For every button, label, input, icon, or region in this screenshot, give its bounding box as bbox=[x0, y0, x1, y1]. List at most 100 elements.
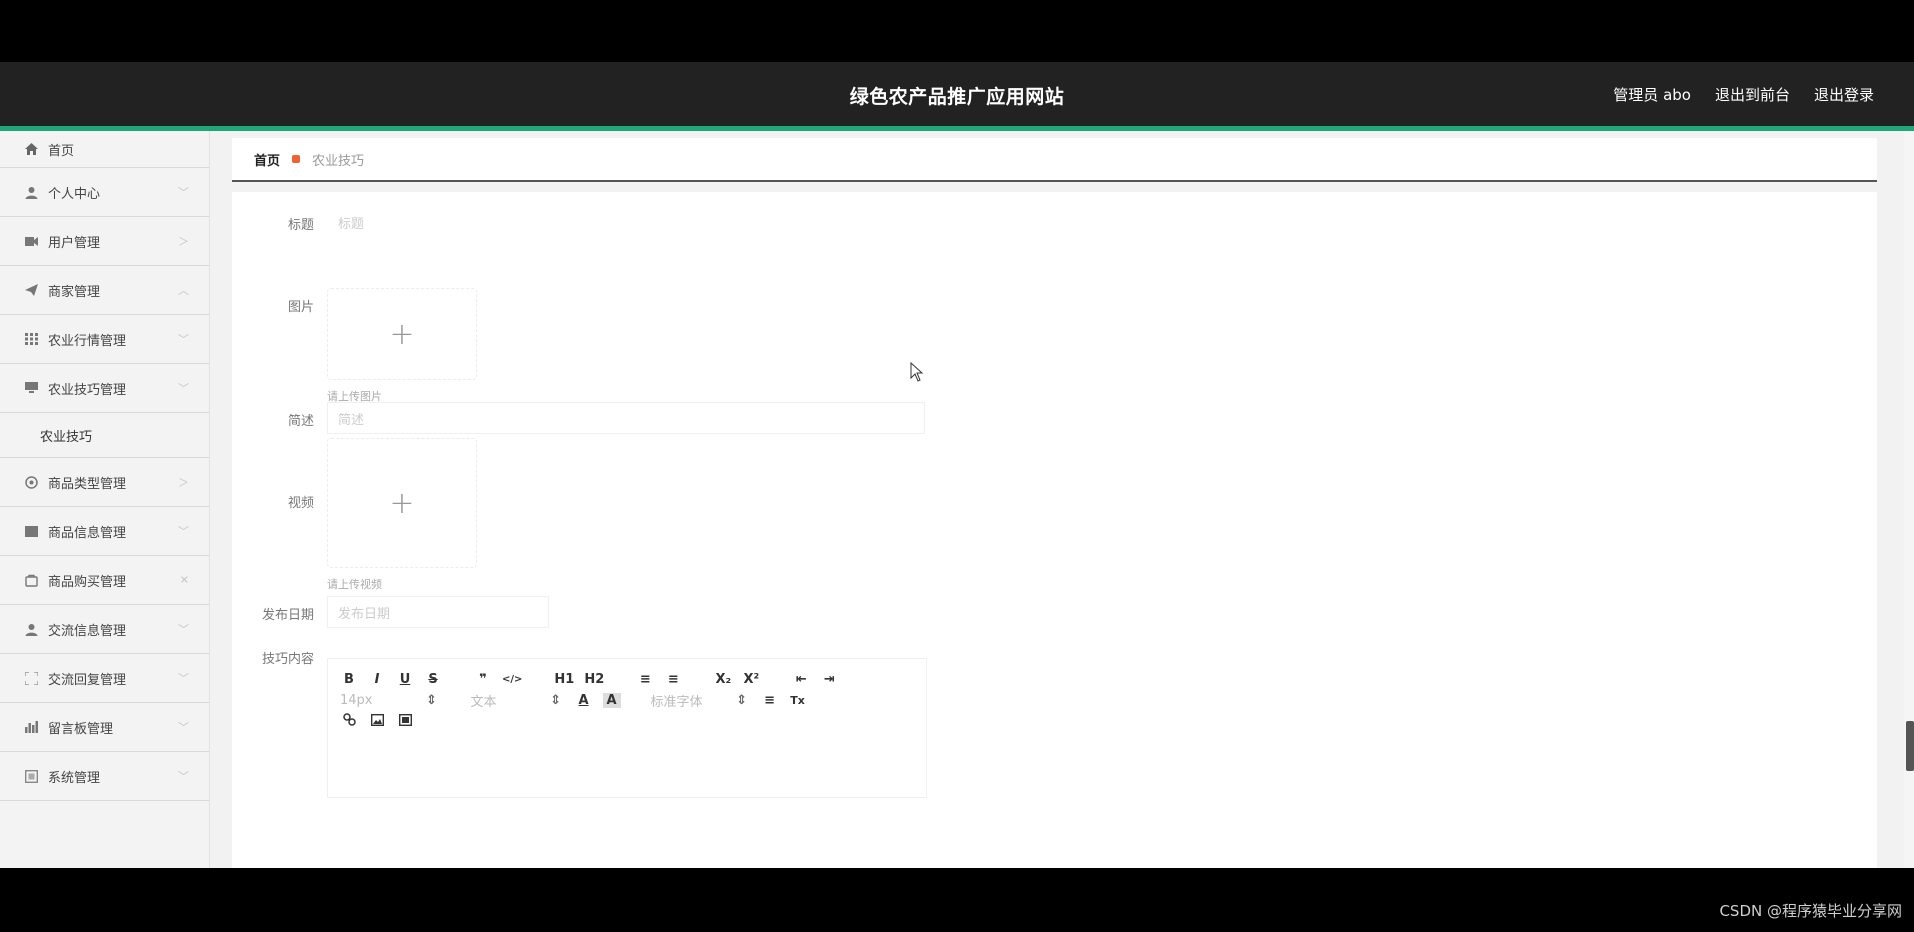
user-icon bbox=[24, 185, 38, 199]
link-icon[interactable] bbox=[340, 713, 358, 730]
clear-format-button[interactable]: Tx bbox=[789, 694, 807, 707]
sidebar-item-product-types[interactable]: 商品类型管理 ＞ bbox=[0, 458, 209, 507]
sidebar-item-merchants[interactable]: 商家管理 ︿ bbox=[0, 266, 209, 315]
font-family-select[interactable]: 标准字体 bbox=[651, 691, 703, 710]
quote-button[interactable]: ❞ bbox=[474, 672, 492, 687]
sidebar-item-label: 农业技巧管理 bbox=[48, 382, 127, 398]
video-upload[interactable]: + bbox=[327, 438, 477, 568]
sidebar-item-home[interactable]: 首页 bbox=[0, 131, 209, 168]
sidebar-item-label: 商家管理 bbox=[48, 284, 101, 300]
logout-link[interactable]: 退出登录 bbox=[1814, 84, 1874, 105]
background-color-button[interactable]: A bbox=[602, 693, 621, 708]
breadcrumb: 首页 农业技巧 bbox=[232, 138, 1877, 182]
text-type-select[interactable]: 文本 bbox=[471, 691, 497, 710]
chevron-up-icon: ︿ bbox=[178, 284, 189, 297]
header-accent-bar bbox=[0, 126, 1914, 131]
font-size-select-arrow-icon: ⇕ bbox=[426, 693, 437, 708]
chevron-down-icon: ﹀ bbox=[178, 525, 189, 538]
exit-to-front-link[interactable]: 退出到前台 bbox=[1715, 84, 1790, 105]
indent-button[interactable]: ⇥ bbox=[820, 672, 838, 687]
sidebar-item-label: 用户管理 bbox=[48, 235, 101, 251]
image-upload[interactable]: + bbox=[327, 288, 477, 380]
admin-user-label: 管理员 abo bbox=[1613, 86, 1691, 104]
cart-icon bbox=[24, 573, 38, 587]
sidebar-item-personal[interactable]: 个人中心 ﹀ bbox=[0, 168, 209, 217]
sidebar-item-label: 交流信息管理 bbox=[48, 623, 127, 639]
settings-icon bbox=[24, 475, 38, 489]
bullet-list-button[interactable]: ≡ bbox=[664, 672, 682, 687]
sidebar-subitem-tips[interactable]: 农业技巧 bbox=[0, 413, 209, 458]
title-label: 标题 bbox=[287, 218, 314, 233]
scan-icon bbox=[24, 671, 38, 685]
page-scrollbar[interactable] bbox=[1904, 131, 1914, 868]
chevron-down-icon: ﹀ bbox=[178, 333, 189, 346]
video-embed-icon[interactable] bbox=[396, 713, 414, 730]
header-actions: 管理员 abo 退出到前台 退出登录 bbox=[1613, 84, 1874, 105]
csdn-watermark: CSDN @程序猿毕业分享网 bbox=[1719, 902, 1902, 920]
title-input[interactable]: 标题 bbox=[327, 206, 927, 238]
bold-button[interactable]: B bbox=[340, 672, 358, 687]
sidebar-item-label: 个人中心 bbox=[48, 186, 101, 202]
sidebar: 首页 个人中心 ﹀ 用户管理 ＞ 商家管理 ︿ 农业行情管理 ﹀ 农业技巧管理 … bbox=[0, 131, 210, 868]
sidebar-item-products[interactable]: 商品信息管理 ﹀ bbox=[0, 507, 209, 556]
ordered-list-button[interactable]: ≡ bbox=[636, 672, 654, 687]
chevron-down-icon: ﹀ bbox=[178, 672, 189, 685]
sidebar-item-label: 首页 bbox=[48, 143, 75, 159]
sidebar-item-messages[interactable]: 交流信息管理 ﹀ bbox=[0, 605, 209, 654]
code-button[interactable]: </> bbox=[502, 674, 522, 685]
superscript-button[interactable]: X² bbox=[742, 672, 760, 687]
sidebar-item-label: 商品信息管理 bbox=[48, 525, 127, 541]
video-icon bbox=[24, 234, 38, 248]
breadcrumb-separator-icon bbox=[292, 155, 301, 163]
sidebar-item-label: 商品购买管理 bbox=[48, 574, 127, 590]
image-icon[interactable] bbox=[368, 713, 386, 730]
h1-button[interactable]: H1 bbox=[554, 672, 574, 687]
breadcrumb-current: 农业技巧 bbox=[312, 153, 365, 169]
subscript-button[interactable]: X₂ bbox=[714, 672, 732, 687]
rich-text-editor: B I U S ❞ </> H1 H2 ≡ ≡ X₂ X² ⇤ ⇥ 14px ⇕… bbox=[327, 658, 927, 798]
video-hint: 请上传视频 bbox=[327, 578, 382, 591]
sidebar-item-label: 留言板管理 bbox=[48, 721, 114, 737]
editor-toolbar: B I U S ❞ </> H1 H2 ≡ ≡ X₂ X² ⇤ ⇥ 14px ⇕… bbox=[328, 659, 926, 732]
sidebar-item-users[interactable]: 用户管理 ＞ bbox=[0, 217, 209, 266]
close-icon: ✕ bbox=[179, 573, 189, 587]
video-label: 视频 bbox=[287, 496, 314, 511]
sidebar-item-label: 商品类型管理 bbox=[48, 476, 127, 492]
sidebar-item-guestbook[interactable]: 留言板管理 ﹀ bbox=[0, 703, 209, 752]
h2-button[interactable]: H2 bbox=[584, 672, 604, 687]
align-button[interactable]: ≡ bbox=[761, 693, 779, 708]
plus-icon: + bbox=[389, 316, 415, 352]
sidebar-item-replies[interactable]: 交流回复管理 ﹀ bbox=[0, 654, 209, 703]
sidebar-item-market[interactable]: 农业行情管理 ﹀ bbox=[0, 315, 209, 364]
chevron-down-icon: ﹀ bbox=[178, 623, 189, 636]
sidebar-item-label: 系统管理 bbox=[48, 770, 101, 786]
chevron-up-icon: ﹀ bbox=[178, 382, 189, 395]
plus-icon: + bbox=[389, 485, 415, 521]
sidebar-item-label: 交流回复管理 bbox=[48, 672, 127, 688]
breadcrumb-home[interactable]: 首页 bbox=[254, 150, 280, 169]
sidebar-item-system[interactable]: 系统管理 ﹀ bbox=[0, 752, 209, 801]
content-label: 技巧内容 bbox=[261, 652, 314, 667]
sidebar-item-tips[interactable]: 农业技巧管理 ﹀ bbox=[0, 364, 209, 413]
font-family-select-arrow-icon: ⇕ bbox=[736, 693, 747, 708]
date-input[interactable]: 发布日期 bbox=[327, 596, 549, 628]
strike-button[interactable]: S bbox=[424, 672, 442, 687]
tip-form: 标题 标题 图片 + 请上传图片 简述 简述 视频 + 请上传视频 发布日期 发… bbox=[232, 192, 1877, 868]
list-icon bbox=[24, 524, 38, 538]
home-icon bbox=[24, 142, 38, 156]
sidebar-item-label: 农业行情管理 bbox=[48, 333, 127, 349]
italic-button[interactable]: I bbox=[368, 672, 386, 687]
font-color-button[interactable]: A bbox=[575, 693, 593, 708]
image-label: 图片 bbox=[287, 300, 314, 315]
font-size-select[interactable]: 14px bbox=[340, 693, 373, 708]
underline-button[interactable]: U bbox=[396, 672, 414, 687]
scrollbar-thumb[interactable] bbox=[1906, 721, 1914, 771]
top-header: 绿色农产品推广应用网站 管理员 abo 退出到前台 退出登录 bbox=[0, 62, 1914, 126]
chevron-down-icon: ﹀ bbox=[178, 186, 189, 199]
chevron-down-icon: ﹀ bbox=[178, 770, 189, 783]
sidebar-item-purchases[interactable]: 商品购买管理 ✕ bbox=[0, 556, 209, 605]
summary-input[interactable]: 简述 bbox=[327, 402, 925, 434]
outdent-button[interactable]: ⇤ bbox=[792, 672, 810, 687]
text-type-select-arrow-icon: ⇕ bbox=[550, 693, 561, 708]
date-label: 发布日期 bbox=[261, 608, 314, 623]
